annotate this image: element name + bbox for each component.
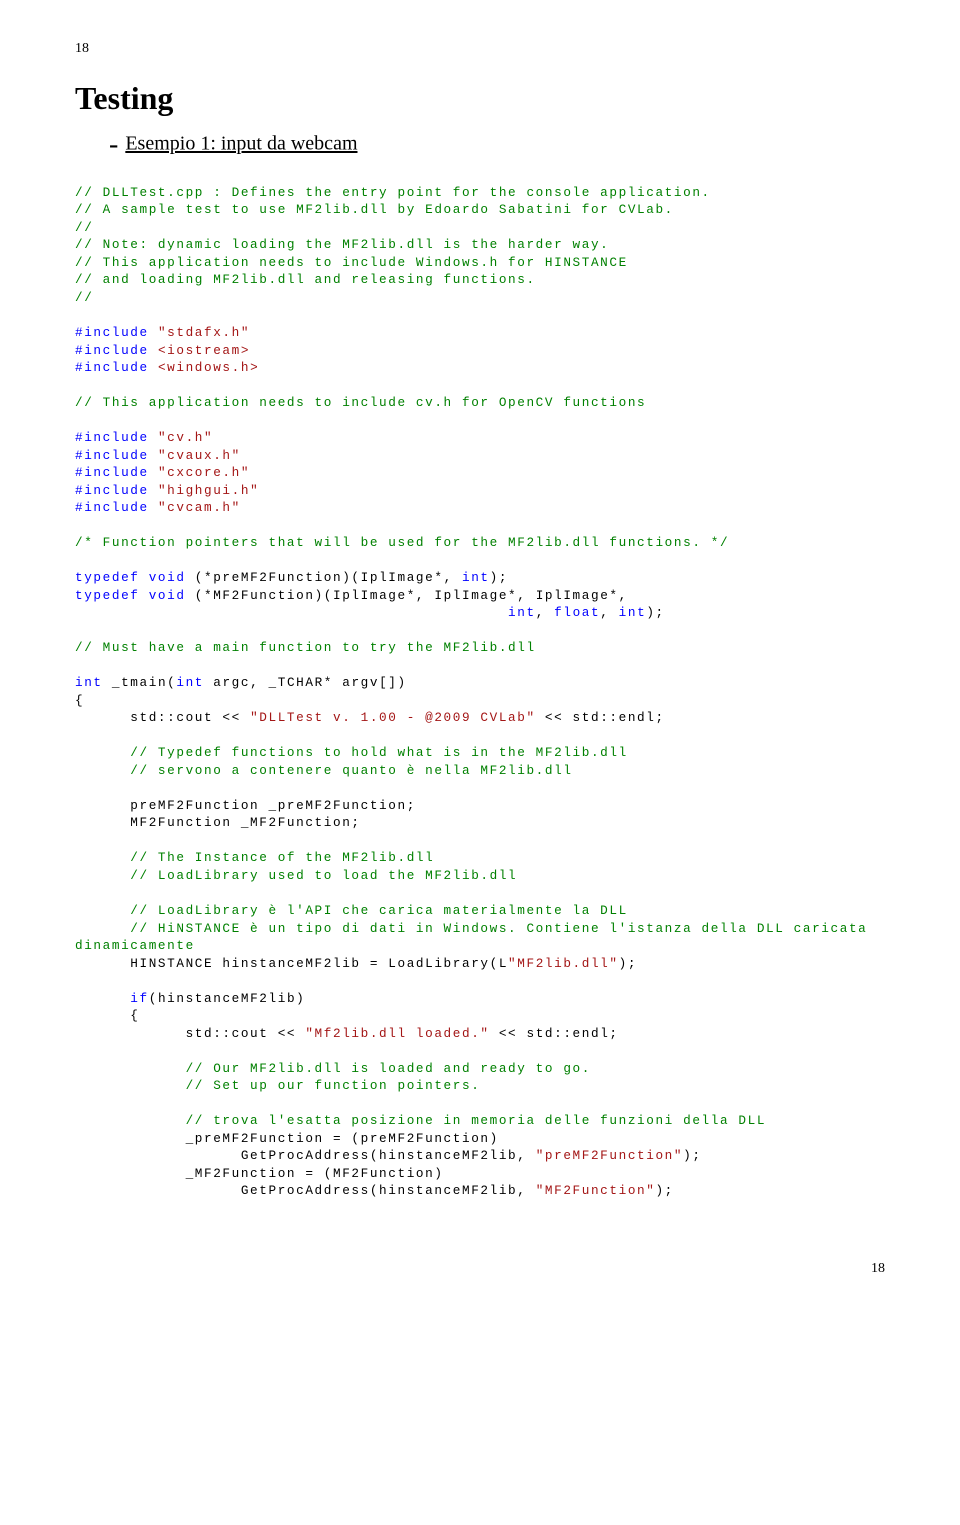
code-keyword: void [149, 588, 186, 603]
page-number-top: 18 [75, 40, 885, 59]
code-text: _MF2Function = (MF2Function) [75, 1166, 444, 1181]
code-line: /* Function pointers that will be used f… [75, 535, 729, 550]
code-line: // Our MF2lib.dll is loaded and ready to… [75, 1061, 591, 1076]
code-line: // HiNSTANCE è un tipo di dati in Window… [75, 921, 867, 936]
code-line: // Typedef functions to hold what is in … [75, 745, 628, 760]
code-keyword: #include [75, 500, 149, 515]
code-text: << std::endl; [490, 1026, 619, 1041]
code-string: "MF2Function" [536, 1183, 656, 1198]
page-number-bottom: 18 [75, 1260, 885, 1279]
code-text: { [75, 1008, 140, 1023]
subtitle: Esempio 1: input da webcam [125, 133, 357, 155]
code-text: (*preMF2Function)(IplImage*, [186, 570, 462, 585]
code-line: // This application needs to include cv.… [75, 395, 646, 410]
code-keyword: int [462, 570, 490, 585]
code-keyword: #include [75, 325, 149, 340]
code-keyword: float [554, 605, 600, 620]
code-string: "stdafx.h" [158, 325, 250, 340]
code-text: _tmain( [103, 675, 177, 690]
code-text: argc, _TCHAR* argv[]) [204, 675, 407, 690]
code-line: // servono a contenere quanto è nella MF… [75, 763, 573, 778]
code-keyword: #include [75, 430, 149, 445]
code-text: , [600, 605, 618, 620]
code-keyword: #include [75, 343, 149, 358]
code-text: ); [655, 1183, 673, 1198]
code-keyword: #include [75, 448, 149, 463]
code-line: // LoadLibrary è l'API che carica materi… [75, 903, 628, 918]
code-keyword: int [508, 605, 536, 620]
code-text: HINSTANCE hinstanceMF2lib = LoadLibrary(… [75, 956, 508, 971]
code-line: // LoadLibrary used to load the MF2lib.d… [75, 868, 517, 883]
code-string: "preMF2Function" [536, 1148, 683, 1163]
code-text: GetProcAddress(hinstanceMF2lib, [75, 1148, 536, 1163]
code-text: preMF2Function _preMF2Function; [75, 798, 416, 813]
code-line: // The Instance of the MF2lib.dll [75, 850, 434, 865]
code-line: // trova l'esatta posizione in memoria d… [75, 1113, 766, 1128]
code-line: // This application needs to include Win… [75, 255, 628, 270]
code-string: "cvcam.h" [158, 500, 241, 515]
code-text: MF2Function _MF2Function; [75, 815, 361, 830]
code-line: // [75, 290, 93, 305]
code-string: "highgui.h" [158, 483, 259, 498]
code-string: "DLLTest v. 1.00 - @2009 CVLab" [250, 710, 536, 725]
code-keyword: #include [75, 465, 149, 480]
code-keyword: #include [75, 483, 149, 498]
code-keyword: #include [75, 360, 149, 375]
code-keyword: int [619, 605, 647, 620]
code-text: GetProcAddress(hinstanceMF2lib, [75, 1183, 536, 1198]
code-line: // DLLTest.cpp : Defines the entry point… [75, 185, 711, 200]
code-text: std::cout << [75, 710, 250, 725]
code-text: _preMF2Function = (preMF2Function) [75, 1131, 499, 1146]
code-text: (*MF2Function)(IplImage*, IplImage*, Ipl… [186, 588, 628, 603]
code-keyword: if [130, 991, 148, 1006]
code-keyword: int [75, 675, 103, 690]
code-keyword: typedef [75, 588, 140, 603]
code-string: "cv.h" [158, 430, 213, 445]
code-text [75, 991, 130, 1006]
code-string: "MF2lib.dll" [508, 956, 619, 971]
subtitle-dash: - [109, 129, 118, 160]
code-text [75, 605, 508, 620]
code-line: // [75, 220, 93, 235]
code-text: ); [490, 570, 508, 585]
code-text: ); [683, 1148, 701, 1163]
code-text: std::cout << [75, 1026, 305, 1041]
code-line: // Note: dynamic loading the MF2lib.dll … [75, 237, 609, 252]
subtitle-row: - Esempio 1: input da webcam [109, 126, 885, 164]
code-keyword: typedef [75, 570, 140, 585]
page-title: Testing [75, 77, 885, 120]
code-text: ); [646, 605, 664, 620]
code-string: "cxcore.h" [158, 465, 250, 480]
code-text: { [75, 693, 84, 708]
code-text: ); [619, 956, 637, 971]
code-string: "cvaux.h" [158, 448, 241, 463]
code-line: // and loading MF2lib.dll and releasing … [75, 272, 536, 287]
code-text: (hinstanceMF2lib) [149, 991, 306, 1006]
code-line: // Set up our function pointers. [75, 1078, 480, 1093]
code-string: "Mf2lib.dll loaded." [305, 1026, 489, 1041]
code-keyword: void [149, 570, 186, 585]
code-line: // Must have a main function to try the … [75, 640, 536, 655]
code-text: << std::endl; [536, 710, 665, 725]
code-line: dinamicamente [75, 938, 195, 953]
code-text: , [536, 605, 554, 620]
code-string: <iostream> [158, 343, 250, 358]
code-line: // A sample test to use MF2lib.dll by Ed… [75, 202, 674, 217]
code-block: // DLLTest.cpp : Defines the entry point… [75, 184, 885, 1200]
code-string: <windows.h> [158, 360, 259, 375]
code-keyword: int [176, 675, 204, 690]
